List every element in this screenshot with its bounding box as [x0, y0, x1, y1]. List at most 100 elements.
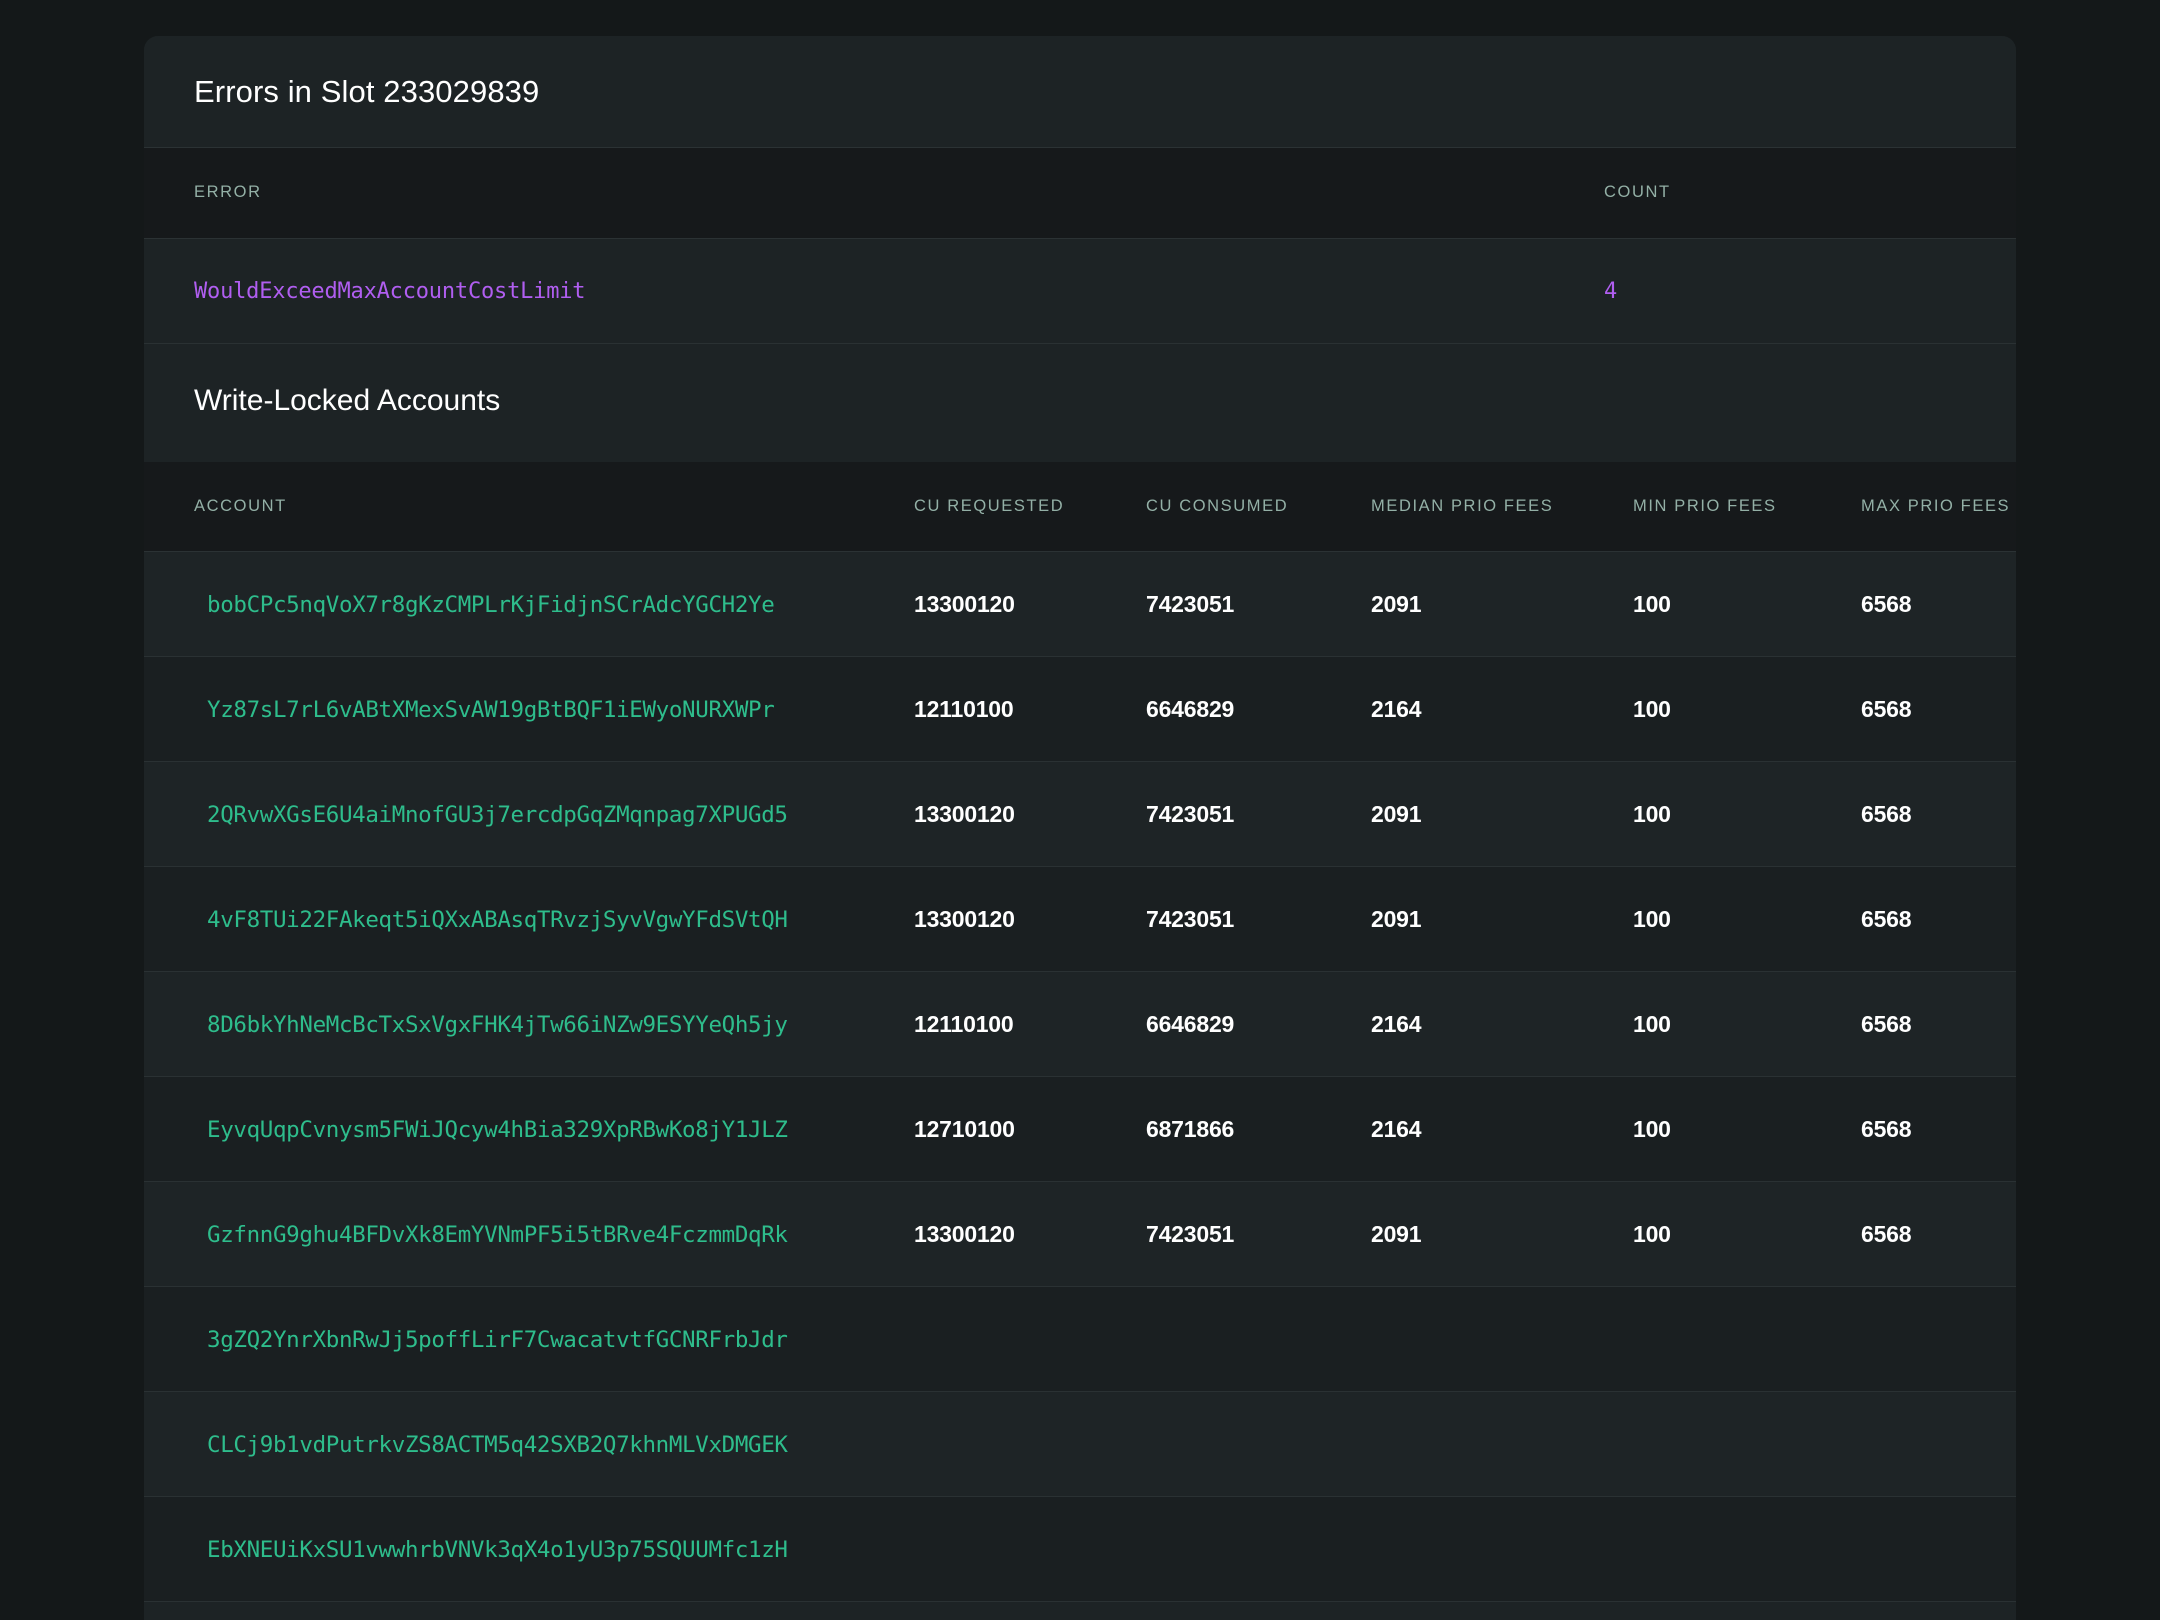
min-prio-fees-cell	[1633, 1496, 1861, 1602]
median-prio-fees-value: 2164	[1371, 1010, 1422, 1037]
cu-requested-cell: 12110100	[914, 971, 1146, 1077]
median-prio-fees-value: 2091	[1371, 590, 1422, 617]
cu-requested-value: 13300120	[914, 590, 1015, 617]
max-prio-fees-value: 6568	[1861, 695, 1912, 722]
median-prio-fees-value: 2091	[1371, 1220, 1422, 1247]
column-header-max-prio-fees[interactable]: MAX PRIO FEES	[1861, 461, 2016, 552]
account-link[interactable]: 2QRvwXGsE6U4aiMnofGU3j7ercdpGqZMqnpag7XP…	[207, 802, 788, 828]
account-link[interactable]: 8D6bkYhNeMcBcTxSxVgxFHK4jTw66iNZw9ESYYeQ…	[207, 1012, 788, 1038]
min-prio-fees-value: 100	[1633, 590, 1671, 617]
column-header-min-prio-fees[interactable]: MIN PRIO FEES	[1633, 461, 1861, 552]
cu-consumed-cell	[1146, 1391, 1371, 1497]
max-prio-fees-cell	[1861, 1496, 2016, 1602]
column-header-cu-consumed[interactable]: CU CONSUMED	[1146, 461, 1371, 552]
error-cell: WouldExceedMaxAccountCostLimit	[144, 238, 1604, 344]
cu-consumed-cell	[1146, 1286, 1371, 1392]
account-link[interactable]: bobCPc5nqVoX7r8gKzCMPLrKjFidjnSCrAdcYGCH…	[207, 592, 775, 618]
cu-consumed-value: 6646829	[1146, 1010, 1235, 1037]
account-link[interactable]: 3gZQ2YnrXbnRwJj5poffLirF7CwacatvtfGCNRFr…	[207, 1327, 788, 1353]
median-prio-fees-cell: 2091	[1371, 551, 1633, 657]
account-link[interactable]: EyvqUqpCvnysm5FWiJQcyw4hBia329XpRBwKo8jY…	[207, 1117, 788, 1143]
account-link[interactable]: EbXNEUiKxSU1vwwhrbVNVk3qX4o1yU3p75SQUUMf…	[207, 1537, 788, 1563]
max-prio-fees-value: 6568	[1861, 1220, 1912, 1247]
account-cell: 4vF8TUi22FAkeqt5iQXxABAsqTRvzjSyvVgwYFdS…	[144, 866, 914, 972]
account-cell: 8D6bkYhNeMcBcTxSxVgxFHK4jTw66iNZw9ESYYeQ…	[144, 971, 914, 1077]
cu-requested-cell: 13300120	[914, 1181, 1146, 1287]
cu-requested-value: 12110100	[914, 695, 1014, 722]
page-title: Errors in Slot 233029839	[194, 74, 540, 109]
median-prio-fees-value: 2091	[1371, 905, 1422, 932]
account-link[interactable]: CLCj9b1vdPutrkvZS8ACTM5q42SXB2Q7khnMLVxD…	[207, 1432, 788, 1458]
median-prio-fees-value: 2164	[1371, 695, 1422, 722]
table-row: GzfnnG9ghu4BFDvXk8EmYVNmPF5i5tBRve4Fczmm…	[144, 1181, 2016, 1287]
cu-requested-cell	[914, 1496, 1146, 1602]
cu-consumed-value: 7423051	[1146, 590, 1235, 617]
cu-requested-cell: 13300120	[914, 761, 1146, 867]
max-prio-fees-cell	[1861, 1391, 2016, 1497]
table-row: bobCPc5nqVoX7r8gKzCMPLrKjFidjnSCrAdcYGCH…	[144, 551, 2016, 657]
median-prio-fees-cell	[1371, 1391, 1633, 1497]
min-prio-fees-cell: 100	[1633, 971, 1861, 1077]
cu-consumed-value: 6871866	[1146, 1115, 1235, 1142]
errors-card: Errors in Slot 233029839 ERROR COUNT Wou…	[144, 36, 2016, 1620]
table-row: Yz87sL7rL6vABtXMexSvAW19gBtBQF1iEWyoNURX…	[144, 656, 2016, 762]
min-prio-fees-value: 100	[1633, 695, 1671, 722]
min-prio-fees-value: 100	[1633, 905, 1671, 932]
column-header-account[interactable]: ACCOUNT	[144, 461, 914, 552]
max-prio-fees-value: 6568	[1861, 1010, 1912, 1037]
cu-consumed-cell: 7423051	[1146, 761, 1371, 867]
card-header: Errors in Slot 233029839	[144, 36, 2016, 148]
errors-table: ERROR COUNT WouldExceedMaxAccountCostLim…	[144, 148, 2016, 344]
accounts-table-wrapper[interactable]: ACCOUNT CU REQUESTED CU CONSUMED MEDIAN …	[144, 461, 2016, 1602]
account-link[interactable]: GzfnnG9ghu4BFDvXk8EmYVNmPF5i5tBRve4Fczmm…	[207, 1222, 788, 1248]
median-prio-fees-cell: 2091	[1371, 866, 1633, 972]
error-count-cell: 4	[1604, 238, 2016, 344]
cu-requested-value: 12710100	[914, 1115, 1015, 1142]
cu-requested-value: 13300120	[914, 800, 1015, 827]
min-prio-fees-cell: 100	[1633, 656, 1861, 762]
errors-table-wrapper: ERROR COUNT WouldExceedMaxAccountCostLim…	[144, 148, 2016, 344]
account-link[interactable]: Yz87sL7rL6vABtXMexSvAW19gBtBQF1iEWyoNURX…	[207, 697, 775, 723]
cu-consumed-cell	[1146, 1496, 1371, 1602]
cu-consumed-cell: 6871866	[1146, 1076, 1371, 1182]
account-cell: 3gZQ2YnrXbnRwJj5poffLirF7CwacatvtfGCNRFr…	[144, 1286, 914, 1392]
error-count-value: 4	[1604, 279, 1618, 304]
column-header-error[interactable]: ERROR	[144, 148, 1604, 239]
min-prio-fees-value: 100	[1633, 1010, 1671, 1037]
max-prio-fees-value: 6568	[1861, 905, 1912, 932]
column-header-cu-requested[interactable]: CU REQUESTED	[914, 461, 1146, 552]
cu-requested-cell: 12110100	[914, 656, 1146, 762]
cu-consumed-cell: 7423051	[1146, 1181, 1371, 1287]
max-prio-fees-value: 6568	[1861, 590, 1912, 617]
cu-requested-cell: 12710100	[914, 1076, 1146, 1182]
cu-requested-cell: 13300120	[914, 551, 1146, 657]
min-prio-fees-cell: 100	[1633, 1076, 1861, 1182]
errors-header-row: ERROR COUNT	[144, 148, 2016, 239]
min-prio-fees-cell: 100	[1633, 551, 1861, 657]
column-header-count[interactable]: COUNT	[1604, 148, 2016, 239]
min-prio-fees-value: 100	[1633, 1115, 1671, 1142]
account-cell: 2QRvwXGsE6U4aiMnofGU3j7ercdpGqZMqnpag7XP…	[144, 761, 914, 867]
cu-consumed-value: 7423051	[1146, 1220, 1235, 1247]
max-prio-fees-cell: 6568	[1861, 551, 2016, 657]
error-link[interactable]: WouldExceedMaxAccountCostLimit	[194, 279, 586, 304]
min-prio-fees-cell	[1633, 1286, 1861, 1392]
cu-consumed-cell: 7423051	[1146, 551, 1371, 657]
max-prio-fees-value: 6568	[1861, 800, 1912, 827]
table-row: CLCj9b1vdPutrkvZS8ACTM5q42SXB2Q7khnMLVxD…	[144, 1391, 2016, 1497]
min-prio-fees-cell	[1633, 1391, 1861, 1497]
cu-consumed-cell: 6646829	[1146, 656, 1371, 762]
min-prio-fees-cell: 100	[1633, 866, 1861, 972]
account-link[interactable]: 4vF8TUi22FAkeqt5iQXxABAsqTRvzjSyvVgwYFdS…	[207, 907, 788, 933]
accounts-header-row: ACCOUNT CU REQUESTED CU CONSUMED MEDIAN …	[144, 461, 2016, 552]
cu-consumed-value: 7423051	[1146, 905, 1235, 932]
median-prio-fees-cell	[1371, 1496, 1633, 1602]
column-header-median-prio-fees[interactable]: MEDIAN PRIO FEES	[1371, 461, 1633, 552]
median-prio-fees-cell: 2091	[1371, 1181, 1633, 1287]
accounts-table-head: ACCOUNT CU REQUESTED CU CONSUMED MEDIAN …	[144, 461, 2016, 552]
max-prio-fees-cell	[1861, 1286, 2016, 1392]
cu-requested-cell	[914, 1286, 1146, 1392]
section-title: Write-Locked Accounts	[194, 383, 501, 417]
table-row: 8D6bkYhNeMcBcTxSxVgxFHK4jTw66iNZw9ESYYeQ…	[144, 971, 2016, 1077]
account-cell: bobCPc5nqVoX7r8gKzCMPLrKjFidjnSCrAdcYGCH…	[144, 551, 914, 657]
